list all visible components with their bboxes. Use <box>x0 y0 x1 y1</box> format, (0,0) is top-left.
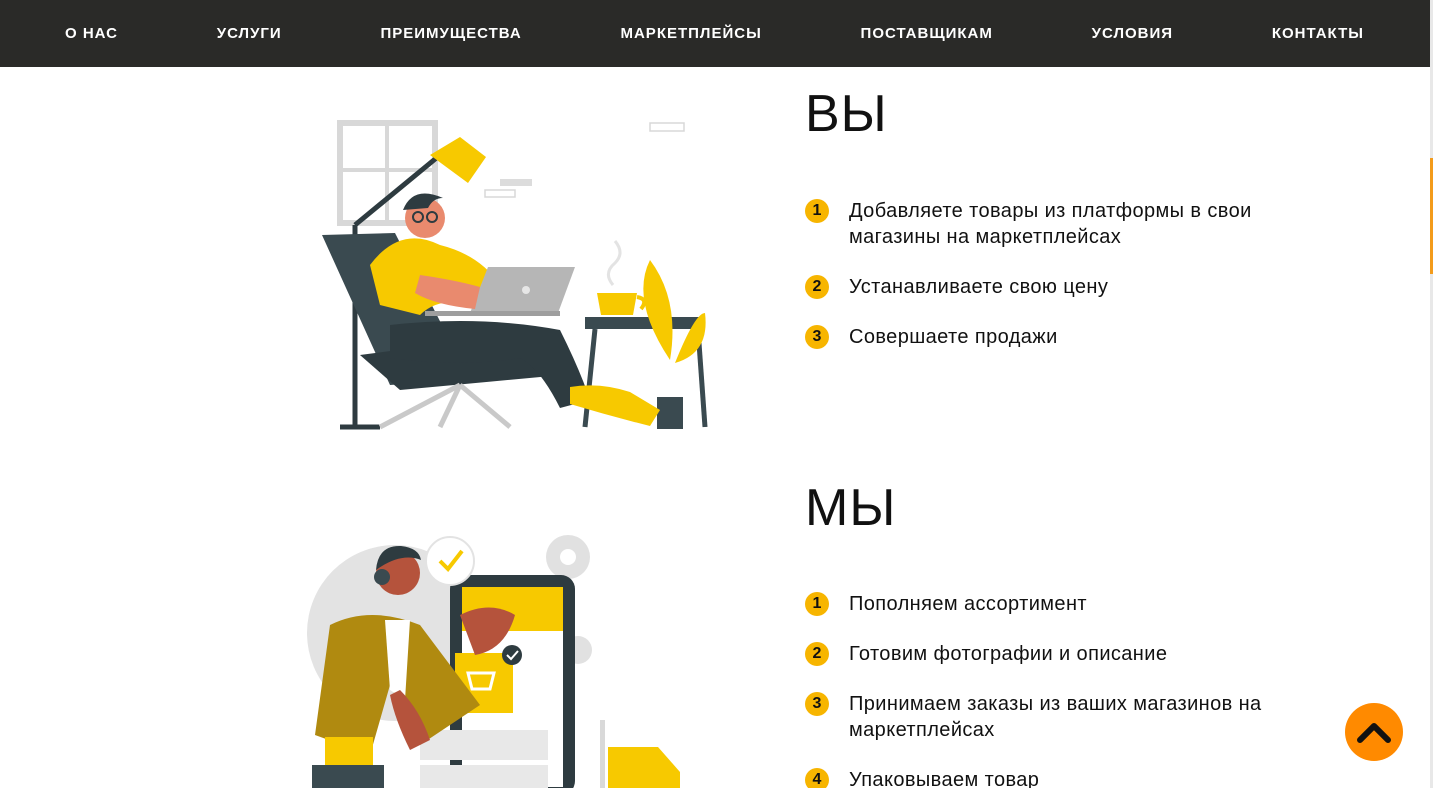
you-steps-list: 1 Добавляете товары из платформы в свои … <box>805 198 1325 374</box>
list-item: 2 Готовим фотографии и описание <box>805 641 1325 667</box>
step-text: Устанавливаете свою цену <box>849 276 1109 298</box>
step-number-badge: 2 <box>805 642 829 666</box>
list-item: 3 Совершаете продажи <box>805 324 1325 350</box>
section-title-we: МЫ <box>805 479 897 537</box>
support-operator-illustration <box>307 535 680 788</box>
nav-item-advantages[interactable]: ПРЕИМУЩЕСТВА <box>380 25 521 42</box>
list-item: 2 Устанавливаете свою цену <box>805 274 1325 300</box>
step-number-badge: 4 <box>805 768 829 788</box>
we-steps-list: 1 Пополняем ассортимент 2 Готовим фотогр… <box>805 591 1325 788</box>
list-item: 3 Принимаем заказы из ваших магазинов на… <box>805 691 1325 743</box>
step-number-badge: 3 <box>805 692 829 716</box>
nav-item-terms[interactable]: УСЛОВИЯ <box>1092 25 1173 42</box>
section-title-you: ВЫ <box>805 85 888 143</box>
step-number-badge: 1 <box>805 199 829 223</box>
relaxing-with-laptop-illustration <box>322 120 708 430</box>
step-text: Совершаете продажи <box>849 326 1058 348</box>
step-text: Готовим фотографии и описание <box>849 643 1168 665</box>
list-item: 1 Добавляете товары из платформы в свои … <box>805 198 1325 250</box>
list-item: 1 Пополняем ассортимент <box>805 591 1325 617</box>
nav-item-about[interactable]: О НАС <box>65 25 118 42</box>
nav-item-suppliers[interactable]: ПОСТАВЩИКАМ <box>861 25 993 42</box>
step-number-badge: 3 <box>805 325 829 349</box>
step-text: Принимаем заказы из ваших магазинов на м… <box>849 693 1262 741</box>
nav-item-contacts[interactable]: КОНТАКТЫ <box>1272 25 1364 42</box>
step-text: Добавляете товары из платформы в свои ма… <box>849 200 1252 248</box>
top-navigation: О НАС УСЛУГИ ПРЕИМУЩЕСТВА МАРКЕТПЛЕЙСЫ П… <box>0 0 1430 67</box>
chevron-up-icon <box>1357 723 1391 743</box>
nav-item-marketplaces[interactable]: МАРКЕТПЛЕЙСЫ <box>620 25 761 42</box>
list-item: 4 Упаковываем товар <box>805 767 1325 788</box>
step-number-badge: 1 <box>805 592 829 616</box>
step-number-badge: 2 <box>805 275 829 299</box>
step-text: Упаковываем товар <box>849 769 1040 788</box>
nav-item-services[interactable]: УСЛУГИ <box>217 25 282 42</box>
scroll-to-top-button[interactable] <box>1345 703 1403 761</box>
step-text: Пополняем ассортимент <box>849 593 1087 615</box>
